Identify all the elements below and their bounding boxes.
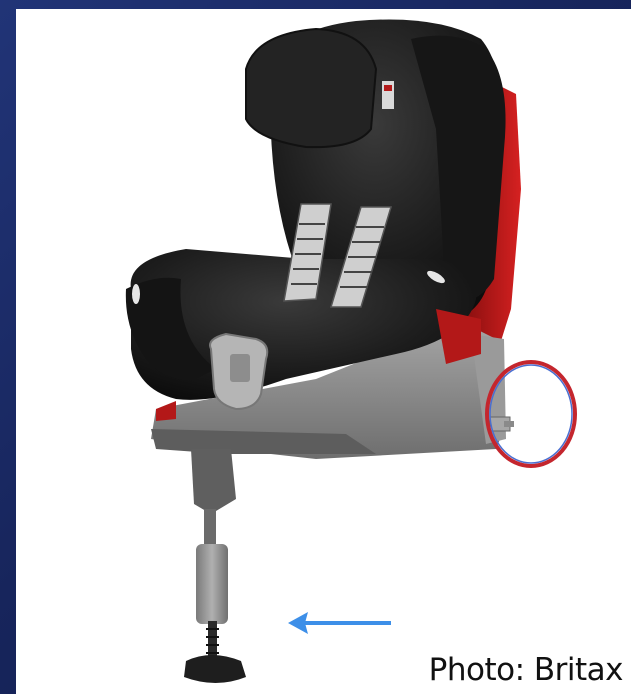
pointer-arrow-head xyxy=(288,612,308,634)
photo-panel xyxy=(16,9,631,694)
support-leg-upper xyxy=(191,449,236,514)
car-seat-photo xyxy=(125,19,577,683)
support-leg-sleeve xyxy=(196,544,228,624)
support-leg-foot xyxy=(184,655,246,683)
photo-caption: Photo: Britax xyxy=(428,652,624,688)
seat-headrest xyxy=(245,27,378,149)
support-leg-shaft xyxy=(204,509,216,549)
